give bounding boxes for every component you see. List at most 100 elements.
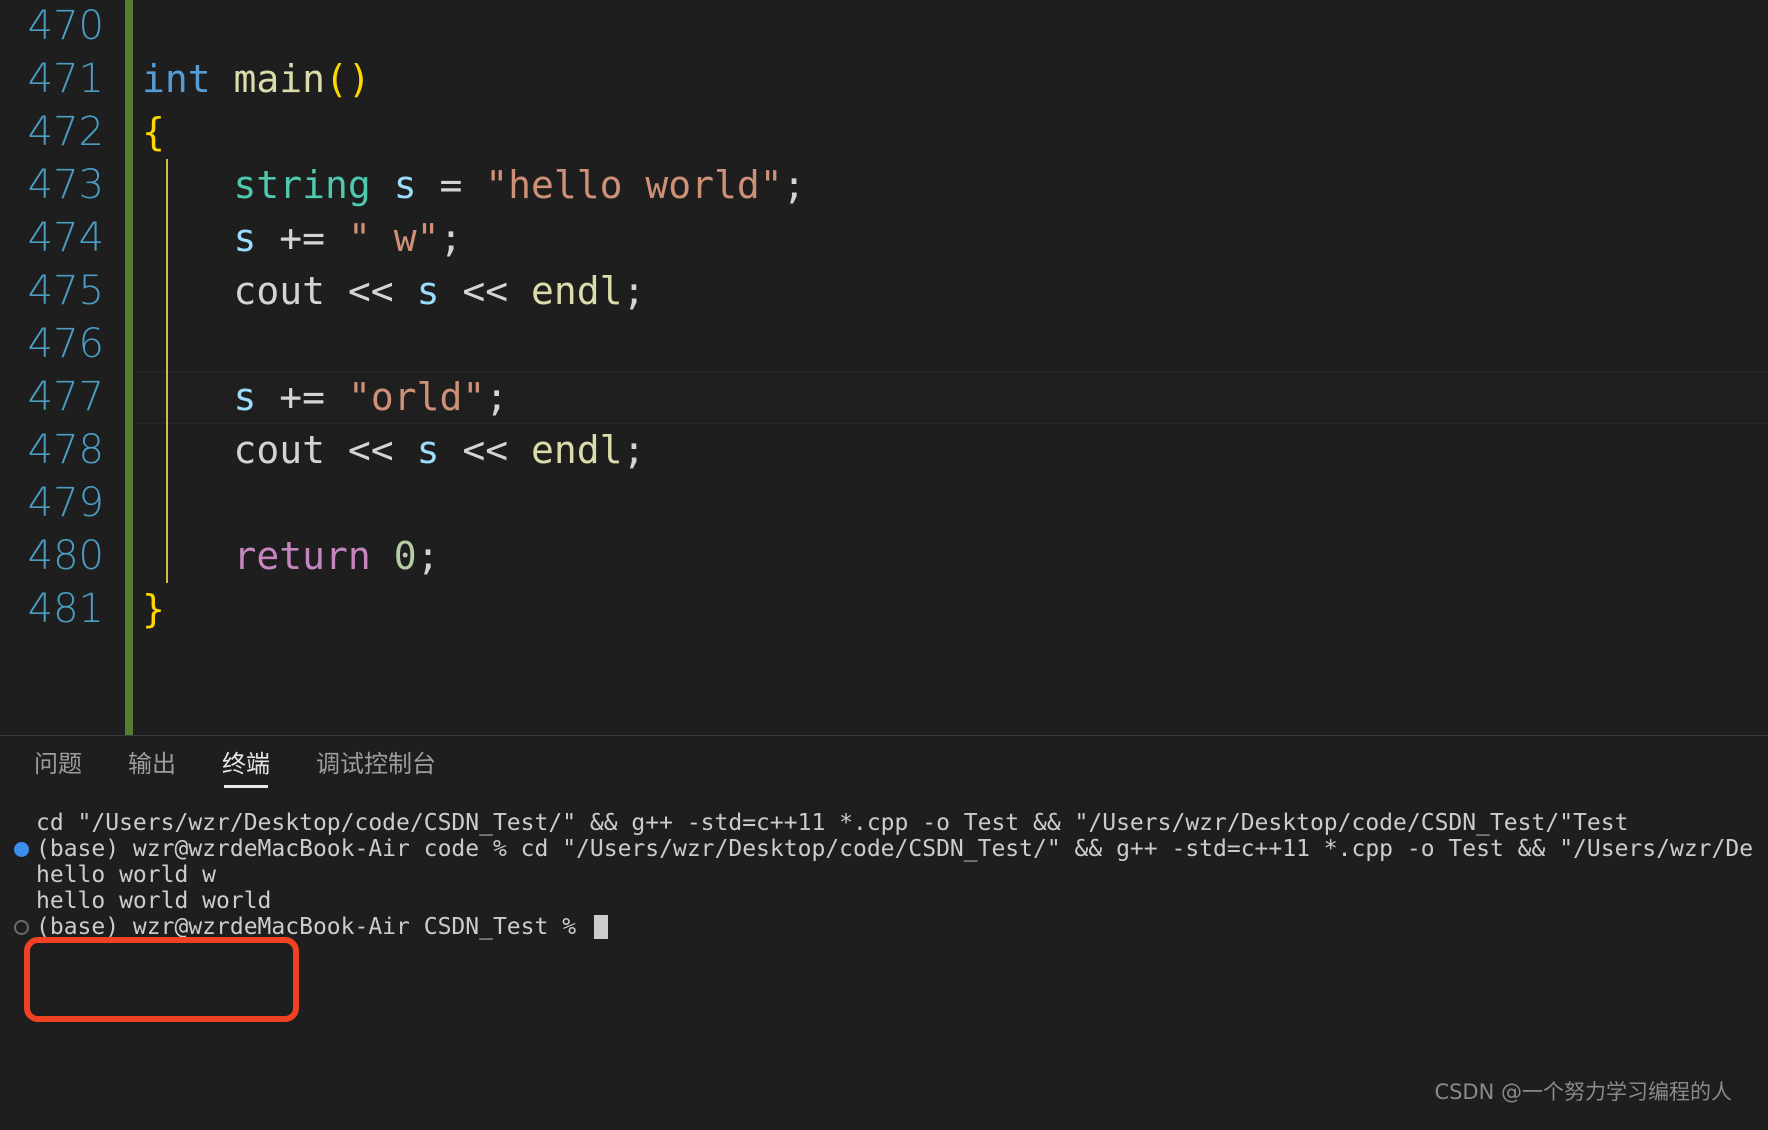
code-token: return [233,534,371,578]
code-line-text: { [142,106,165,159]
line-number: 472 [27,109,104,155]
code-token: { [142,110,165,154]
code-token: main [233,57,326,101]
watermark: CSDN @一个努力学习编程的人 [1434,1080,1732,1104]
panel-tab-0[interactable]: 问题 [34,736,82,792]
indent-guide [166,212,168,265]
indent-guide [166,530,168,583]
code-token: ; [485,375,509,419]
command-success-dot-icon[interactable] [14,842,29,857]
terminal-line: (base) wzr@wzrdeMacBook-Air code % cd "/… [14,836,1768,862]
code-token: cout [233,269,326,313]
code-token: << [462,428,509,472]
code-line-478[interactable]: 478 cout << s << endl; [0,424,1768,477]
panel-tab-bar[interactable]: 问题 输出 终端 调试控制台 [0,736,1768,792]
code-line-text: cout << s << endl; [142,265,646,318]
code-token: } [142,587,165,631]
code-line-479[interactable]: 479 [0,477,1768,530]
code-token: " w" [347,216,440,260]
code-token: += [279,375,326,419]
line-number: 471 [27,56,104,102]
line-number: 479 [27,480,104,526]
code-line-481[interactable]: 481} [0,583,1768,636]
panel-tab-3[interactable]: 调试控制台 [316,736,436,792]
code-line-text: s += "orld"; [142,371,509,424]
code-lines-container[interactable]: 470 471 int main() 472 {473 string s = "hell… [0,0,1768,636]
terminal-line-text: hello world world [36,888,272,914]
code-line-473[interactable]: 473 string s = "hello world"; [0,159,1768,212]
line-number: 481 [27,586,104,632]
code-token: 0 [393,534,417,578]
indent-guide [166,477,168,530]
code-line-480[interactable]: 480 return 0; [0,530,1768,583]
code-line-474[interactable]: 474 s += " w"; [0,212,1768,265]
code-token: ; [622,428,646,472]
terminal-line: cd "/Users/wzr/Desktop/code/CSDN_Test/" … [36,810,1768,836]
indent-guide [166,424,168,477]
line-number: 476 [27,321,104,367]
red-annotation-box [24,937,299,1022]
code-line-text: int main() [142,53,371,106]
code-line-472[interactable]: 472 { [0,106,1768,159]
code-line-476[interactable]: 476 [0,318,1768,371]
code-editor[interactable]: 470 471 int main() 472 {473 string s = "hell… [0,0,1768,735]
code-line-text: return 0; [142,530,440,583]
code-token: = [439,163,463,207]
terminal-line-text: (base) wzr@wzrdeMacBook-Air CSDN_Test % [36,914,590,940]
code-token: endl [531,269,623,313]
code-token: endl [531,428,623,472]
code-token: ; [439,216,463,260]
panel-tab-2[interactable]: 终端 [222,736,270,792]
code-token: int [142,57,211,101]
code-token: "hello world" [485,163,783,207]
line-number: 480 [27,533,104,579]
code-token: s [233,216,257,260]
code-line-text: } [142,583,165,636]
code-line-471[interactable]: 471 int main() [0,53,1768,106]
code-token: ; [622,269,646,313]
code-token: cout [233,428,326,472]
bottom-panel: 问题 输出 终端 调试控制台 cd "/Users/wzr/Desktop/code/… [0,735,1768,1130]
code-line-470[interactable]: 470 [0,0,1768,53]
line-number: 470 [27,3,104,49]
code-token: << [462,269,509,313]
code-line-477[interactable]: 477 s += "orld"; [0,371,1768,424]
code-line-text: s += " w"; [142,212,463,265]
terminal-line: (base) wzr@wzrdeMacBook-Air CSDN_Test % [14,914,1768,940]
code-token: s [416,269,440,313]
panel-tab-1[interactable]: 输出 [128,736,176,792]
code-token: ; [416,534,440,578]
terminal-cursor[interactable] [593,915,608,939]
code-token: << [347,269,394,313]
terminal-line: hello world w [36,862,1768,888]
indent-guide [166,265,168,318]
line-number: 473 [27,162,104,208]
command-pending-dot-icon[interactable] [14,920,29,935]
code-line-475[interactable]: 475 cout << s << endl; [0,265,1768,318]
terminal-line: hello world world [36,888,1768,914]
terminal-output[interactable]: cd "/Users/wzr/Desktop/code/CSDN_Test/" … [0,792,1768,1022]
indent-guide [166,371,168,424]
